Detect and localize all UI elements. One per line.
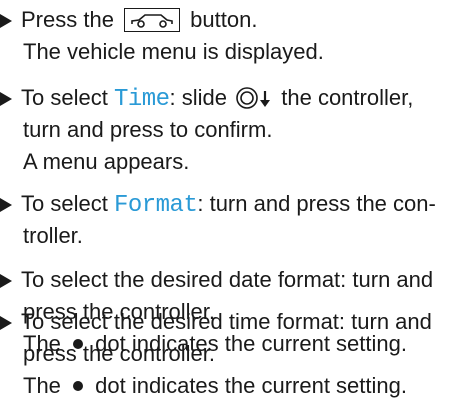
vehicle-button-icon [124,8,181,32]
triangle-bullet-icon [0,14,12,28]
step-1-result: The vehicle menu is displayed. [23,39,324,64]
step-5-line-1: To select the desired time format: turn … [0,306,432,338]
step-1-line-1: Press the button. [0,4,257,36]
step-2-result: A menu appears. [23,149,190,174]
step-3-line-2: troller. [23,223,83,248]
keyword-format: Format [113,192,198,219]
step-4-line-1: To select the desired date format: turn … [0,264,433,296]
triangle-bullet-icon [0,92,12,106]
triangle-bullet-icon [0,274,12,288]
triangle-bullet-icon [0,316,12,330]
instruction-list: Press the button. The vehicle menu is di… [0,0,464,406]
step-5-result: The dot indicates the current setting. [23,373,407,398]
dot-icon [73,381,84,391]
step-3-line-1: To select Format: turn and press the con… [0,188,436,222]
step-2-line-2: turn and press to confirm. [23,117,273,142]
keyword-time: Time [113,86,170,113]
step-5-line-2: press the controller. [23,341,215,366]
triangle-bullet-icon [0,198,12,212]
